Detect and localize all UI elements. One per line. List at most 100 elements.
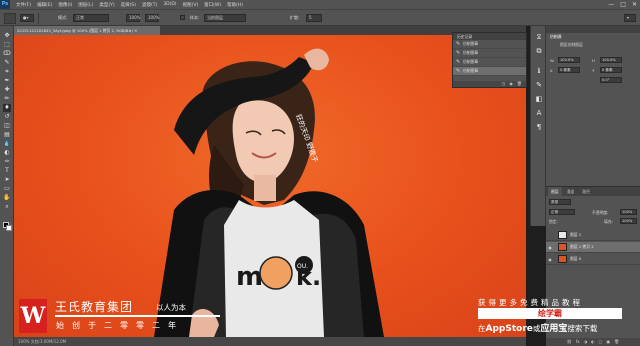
tab-channels[interactable]: 通道 [564, 189, 578, 195]
document-canvas[interactable]: m k. OU. 狂的天印 野鹿子 [14, 35, 526, 337]
menu-select[interactable]: 选择(S) [121, 2, 136, 8]
promo-headline: 获得更多免费精品教程 [478, 298, 583, 307]
history-dock-icon[interactable]: ⧖ [534, 32, 544, 42]
opacity-label: 不透明度: [592, 210, 609, 215]
promo-app-store: 应用宝 [540, 324, 568, 334]
zoom-icon[interactable]: ⌕ [3, 203, 11, 211]
layer-mask-icon[interactable]: ◑ [584, 338, 588, 346]
history-state-label: 仿制图章 [463, 68, 479, 73]
aligned-checkbox[interactable] [180, 15, 185, 20]
history-state-current[interactable]: ✎ 仿制图章 [453, 67, 526, 76]
tab-layers[interactable]: 图层 [548, 187, 562, 196]
marquee-icon[interactable]: ⬚ [3, 41, 11, 49]
mode-label: 模式: [58, 15, 68, 20]
sample-select[interactable]: 当前图层 [204, 14, 246, 22]
eraser-icon[interactable]: ◫ [3, 122, 11, 130]
gradient-icon[interactable]: ▤ [3, 131, 11, 139]
layers-panel-tabs: 图层 通道 路径 [546, 187, 640, 196]
info-dock-icon[interactable]: ℹ [534, 66, 544, 76]
layer-opacity-field[interactable]: 100% [620, 209, 637, 215]
clone-source-dock-icon[interactable]: ⧉ [534, 46, 544, 56]
menu-image[interactable]: 图像(I) [58, 2, 72, 8]
brand-founded: 始创于二零零二年 [56, 321, 184, 330]
minimize-icon[interactable]: — [608, 0, 614, 9]
crop-icon[interactable]: ⌗ [3, 68, 11, 76]
document-tab[interactable]: 20151121202843_5Ayt.jpeg @ 100% (图层 1 拷贝… [14, 26, 160, 35]
trash-icon[interactable]: 🗑 [517, 81, 522, 87]
history-brush-icon[interactable]: ↺ [3, 113, 11, 121]
visibility-icon[interactable]: ◉ [546, 245, 554, 250]
eyedropper-icon[interactable]: ✒ [3, 77, 11, 85]
snapshot-icon[interactable]: ◳ [502, 81, 506, 87]
new-layer-icon[interactable]: ▣ [606, 338, 610, 346]
brush-preset-picker[interactable]: ●▾ [20, 14, 34, 22]
mode-select[interactable]: 正常 [73, 14, 109, 22]
pen-icon[interactable]: ✑ [3, 158, 11, 166]
y-offset-field[interactable]: 0 像素 [600, 67, 622, 73]
link-layers-icon[interactable]: ⛓ [567, 338, 572, 346]
hand-icon[interactable]: ✋ [3, 194, 11, 202]
layer-filter-select[interactable]: 类型 [549, 199, 571, 205]
delete-layer-icon[interactable]: 🗑 [614, 338, 619, 346]
close-icon[interactable]: ✕ [632, 0, 637, 9]
layer-row-selected[interactable]: ◉ 图层 1 拷贝 2 [546, 242, 640, 253]
visibility-icon[interactable]: ◉ [546, 257, 554, 262]
layer-fill-field[interactable]: 100% [620, 218, 637, 224]
adjustments-dock-icon[interactable]: ◧ [534, 94, 544, 104]
menu-3d[interactable]: 3D(D) [163, 2, 176, 7]
path-select-icon[interactable]: ➤ [3, 176, 11, 184]
layer-row[interactable]: ◉ 图层 0 [546, 254, 640, 265]
layer-row[interactable]: 图层 1 [546, 230, 640, 241]
history-state-label: 仿制图章 [463, 41, 479, 46]
layer-style-icon[interactable]: fx [576, 338, 580, 346]
menu-window[interactable]: 窗口(W) [204, 2, 221, 8]
x-offset-field[interactable]: 0 像素 [558, 67, 580, 73]
group-icon[interactable]: ▢ [599, 338, 603, 346]
paragraph-dock-icon[interactable]: ¶ [534, 122, 544, 132]
separator [38, 13, 39, 24]
history-state[interactable]: ✎ 仿制图章 [453, 58, 526, 67]
flow-field[interactable]: 100% [145, 14, 159, 22]
brush-dock-icon[interactable]: ✎ [534, 80, 544, 90]
width-field[interactable]: 100.0% [558, 57, 580, 63]
shape-icon[interactable]: ▭ [3, 185, 11, 193]
height-label: H [592, 58, 595, 63]
history-state[interactable]: ✎ 仿制图章 [453, 40, 526, 49]
menu-help[interactable]: 帮助(H) [227, 2, 243, 8]
move-icon[interactable]: ✥ [3, 32, 11, 40]
brand-divider [55, 315, 220, 317]
promo-store: AppStore [485, 324, 533, 334]
opacity-field[interactable]: 100% [126, 14, 140, 22]
panel-dock: ⧖ ⧉ ℹ ✎ ◧ A ¶ [530, 26, 546, 226]
history-state[interactable]: ✎ 仿制图章 [453, 49, 526, 58]
menu-edit[interactable]: 编辑(E) [37, 2, 52, 8]
type-icon[interactable]: T [3, 167, 11, 175]
healing-brush-icon[interactable]: ✚ [3, 86, 11, 94]
brush-icon[interactable]: ✏ [3, 95, 11, 103]
clone-stamp-icon: ✎ [456, 41, 461, 47]
menu-filter[interactable]: 滤镜(T) [142, 2, 157, 8]
quick-select-icon[interactable]: ✎ [3, 59, 11, 67]
menu-file[interactable]: 文件(F) [16, 2, 31, 8]
adjustment-layer-icon[interactable]: ◐ [591, 338, 595, 346]
camera-icon[interactable]: ◉ [509, 81, 513, 87]
clone-stamp-tool-preset-icon[interactable] [4, 13, 16, 24]
dodge-icon[interactable]: ◐ [3, 149, 11, 157]
menu-bar: Ps 文件(F) 编辑(E) 图像(I) 图层(L) 类型(Y) 选择(S) 滤… [0, 0, 640, 9]
clone-stamp-icon[interactable]: ♦ [3, 104, 11, 112]
angle-field[interactable]: 0.0° [600, 77, 622, 83]
diffuse-field[interactable]: 5 [306, 14, 322, 22]
menu-view[interactable]: 视图(V) [183, 2, 199, 8]
background-color-swatch[interactable] [6, 225, 12, 231]
tab-paths[interactable]: 路径 [579, 189, 593, 195]
lasso-icon[interactable]: ↀ [3, 50, 11, 58]
menu-type[interactable]: 类型(Y) [99, 2, 114, 8]
blend-mode-select[interactable]: 正常 [549, 209, 575, 215]
blur-icon[interactable]: 💧 [3, 140, 11, 148]
workspace-switcher[interactable]: ▾ [624, 14, 636, 22]
height-field[interactable]: 100.0% [600, 57, 622, 63]
character-dock-icon[interactable]: A [534, 108, 544, 118]
menu-layer[interactable]: 图层(L) [78, 2, 93, 8]
history-footer: ◳ ◉ 🗑 [453, 81, 526, 87]
maximize-icon[interactable]: □ [620, 0, 626, 9]
